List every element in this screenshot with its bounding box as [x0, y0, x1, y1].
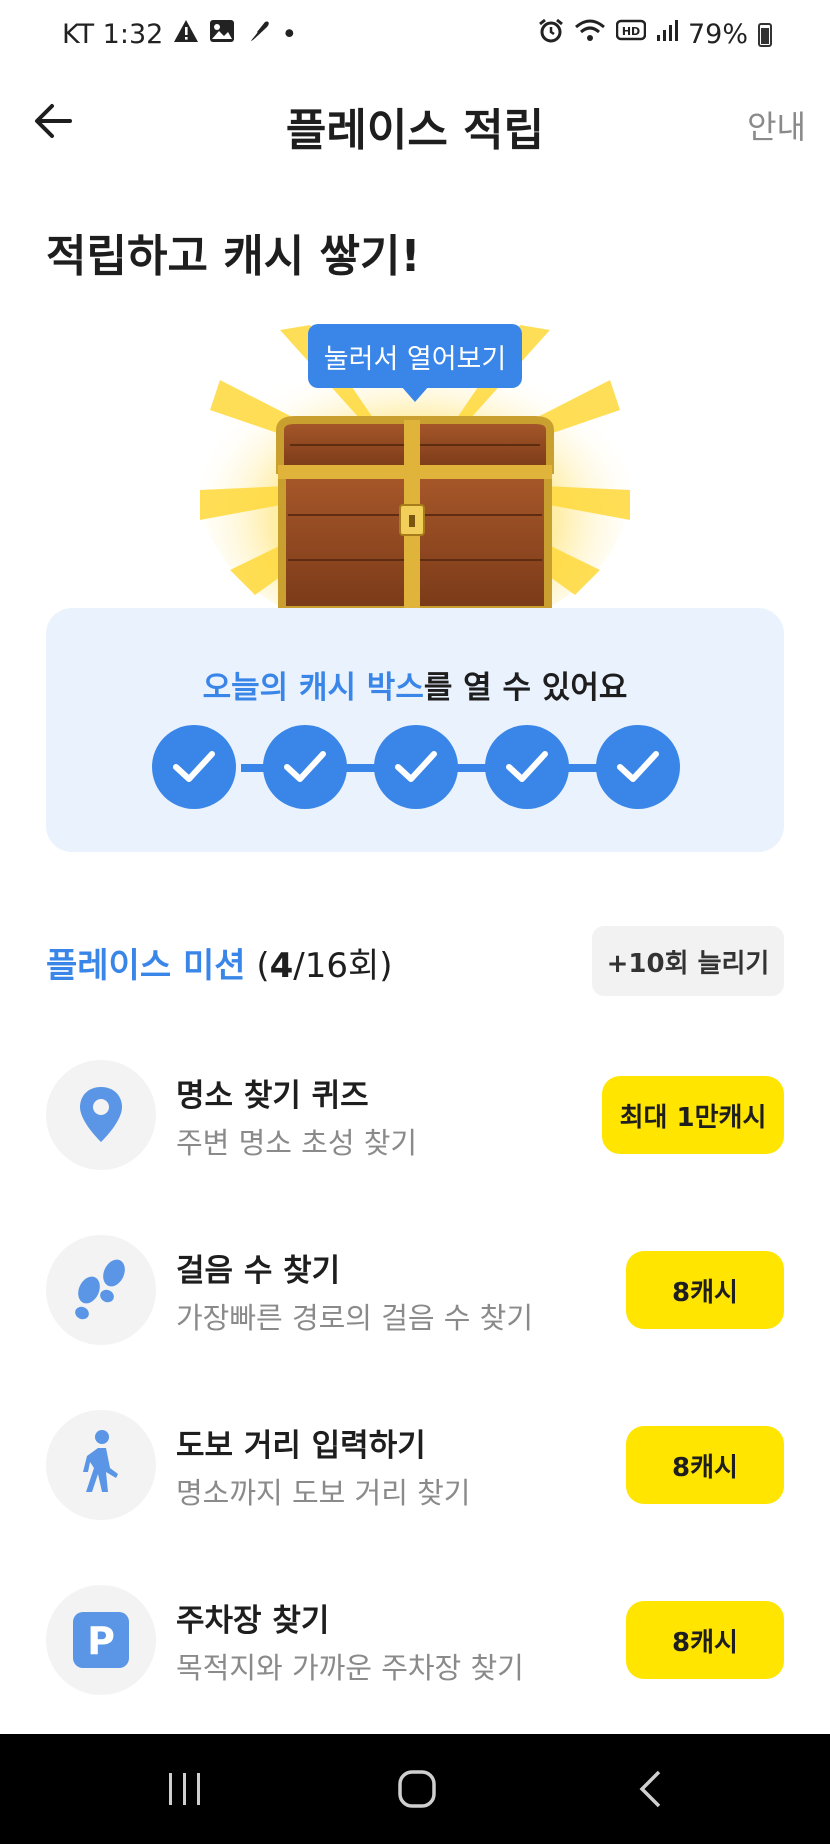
gallery-icon: [209, 19, 235, 50]
mission-count: (4/16회): [245, 946, 393, 986]
check-icon: [506, 751, 548, 782]
mission-title: 주차장 찾기: [176, 1603, 330, 1639]
check-icon: [173, 751, 215, 782]
warning-icon: [173, 19, 199, 50]
carrier-time: KT 1:32: [62, 19, 164, 50]
cash-box-rest: 를 열 수 있어요: [423, 670, 628, 706]
mission-count-total: /16회): [293, 946, 393, 986]
app-header: 플레이스 적립 안내: [0, 84, 830, 164]
mission-title-label: 플레이스 미션: [46, 946, 246, 986]
cash-box-card: 오늘의 캐시 박스를 열 수 있어요: [46, 608, 784, 852]
check-step-2: [263, 725, 347, 809]
system-back-button[interactable]: [570, 1734, 730, 1844]
cash-box-text: 오늘의 캐시 박스를 열 수 있어요: [46, 662, 784, 707]
mission-count-done: 4: [269, 946, 294, 986]
check-step-1: [152, 725, 236, 809]
check-step-5: [596, 725, 680, 809]
check-icon: [395, 751, 437, 782]
hd-icon: HD: [615, 19, 647, 50]
mission-title: 도보 거리 입력하기: [176, 1428, 426, 1464]
parking-icon: P: [73, 1612, 129, 1668]
footprints-icon: [75, 1259, 125, 1320]
mission-icon-container: P: [46, 1585, 156, 1695]
cash-box-highlight: 오늘의 캐시 박스: [202, 670, 424, 706]
mission-section-title: 플레이스 미션 (4/16회): [46, 938, 393, 987]
mission-item[interactable]: 명소 찾기 퀴즈 주변 명소 초성 찾기 최대 1만캐시: [0, 1060, 830, 1190]
check-step-4: [485, 725, 569, 809]
mission-item[interactable]: 도보 거리 입력하기 명소까지 도보 거리 찾기 8캐시: [0, 1410, 830, 1540]
increase-missions-button[interactable]: +10회 늘리기: [592, 926, 784, 996]
guide-link[interactable]: 안내: [747, 102, 806, 148]
recent-apps-button[interactable]: [105, 1734, 265, 1844]
reward-button[interactable]: 8캐시: [626, 1251, 784, 1329]
notification-dot: •: [281, 19, 298, 50]
check-icon: [284, 751, 326, 782]
svg-text:P: P: [87, 1619, 115, 1663]
battery-icon: [758, 22, 772, 47]
status-left: KT 1:32 •: [62, 18, 297, 51]
mission-subtitle: 명소까지 도보 거리 찾기: [176, 1476, 471, 1510]
wifi-icon: [574, 18, 606, 51]
mission-title: 걸음 수 찾기: [176, 1253, 341, 1289]
mission-icon-container: [46, 1410, 156, 1520]
status-right: HD 79%: [538, 18, 772, 51]
alarm-icon: [538, 18, 564, 51]
chevron-left-icon: [639, 1770, 661, 1808]
recent-apps-icon: [169, 1773, 200, 1805]
status-bar: KT 1:32 • HD 79%: [0, 0, 830, 76]
reward-button[interactable]: 8캐시: [626, 1426, 784, 1504]
mission-subtitle: 주변 명소 초성 찾기: [176, 1126, 418, 1160]
check-step-3: [374, 725, 458, 809]
mission-title: 명소 찾기 퀴즈: [176, 1078, 369, 1114]
reward-button[interactable]: 8캐시: [626, 1601, 784, 1679]
svg-text:HD: HD: [622, 25, 640, 38]
reward-button[interactable]: 최대 1만캐시: [602, 1076, 784, 1154]
home-icon: [398, 1770, 436, 1808]
page-title: 플레이스 적립: [285, 105, 545, 156]
mission-item[interactable]: P 주차장 찾기 목적지와 가까운 주차장 찾기 8캐시: [0, 1585, 830, 1715]
location-pin-icon: [80, 1087, 122, 1142]
mission-icon-container: [46, 1060, 156, 1170]
open-chest-tooltip[interactable]: 눌러서 열어보기: [308, 324, 522, 402]
system-nav-bar: [0, 1734, 830, 1844]
headline: 적립하고 캐시 쌓기!: [46, 231, 421, 282]
mission-item[interactable]: 걸음 수 찾기 가장빠른 경로의 걸음 수 찾기 8캐시: [0, 1235, 830, 1365]
mission-icon-container: [46, 1235, 156, 1345]
mission-subtitle: 목적지와 가까운 주차장 찾기: [176, 1651, 524, 1685]
check-icon: [617, 751, 659, 782]
feather-icon: [245, 18, 271, 51]
home-button[interactable]: [337, 1734, 497, 1844]
mission-subtitle: 가장빠른 경로의 걸음 수 찾기: [176, 1301, 534, 1335]
battery-level: 79%: [687, 19, 748, 50]
signal-icon: [656, 19, 678, 50]
walking-person-icon: [83, 1430, 118, 1492]
